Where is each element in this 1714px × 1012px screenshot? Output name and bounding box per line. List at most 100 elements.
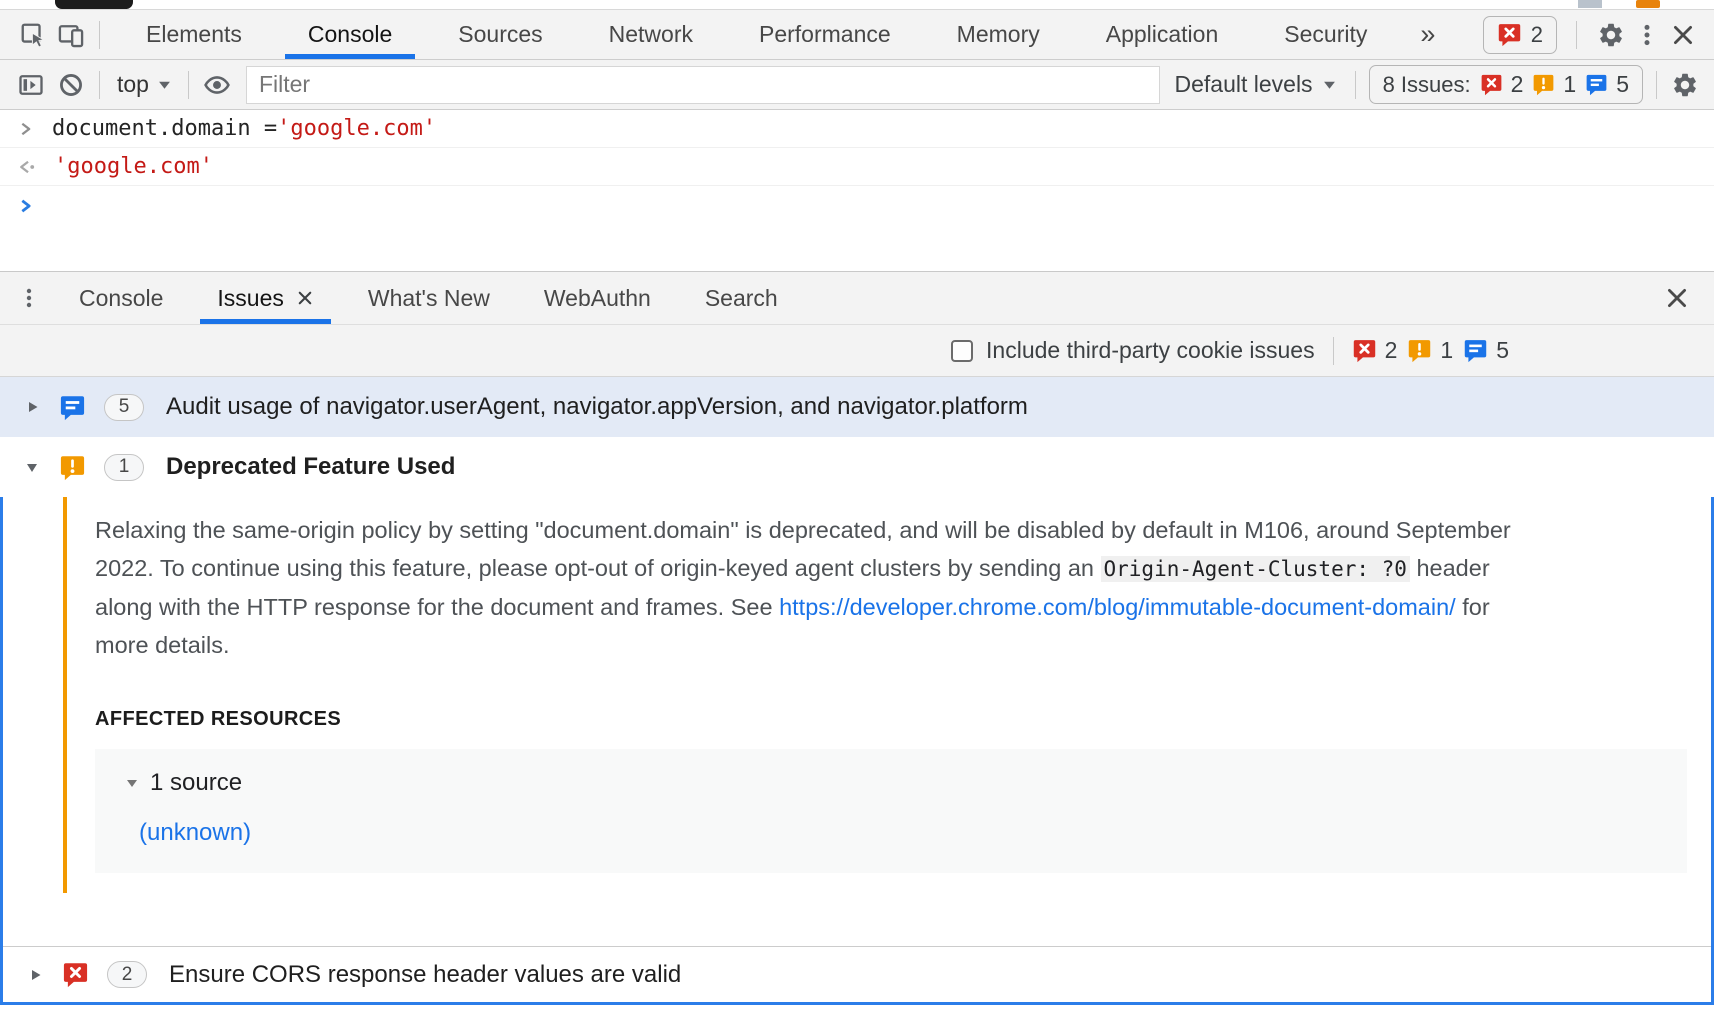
message-bubble-icon	[1585, 73, 1608, 96]
inline-code: Origin-Agent-Cluster: ?0	[1101, 556, 1410, 582]
more-tabs-chevron[interactable]: »	[1400, 19, 1455, 50]
expand-triangle-right-icon[interactable]	[27, 967, 43, 983]
page-fragment	[1578, 0, 1602, 8]
drawer-tab-issues[interactable]: Issues	[190, 272, 340, 324]
drawer-tab-search[interactable]: Search	[678, 272, 805, 324]
issues-message-count: 5	[1463, 337, 1509, 364]
console-command-code: document.domain =	[52, 116, 277, 141]
log-levels-label: Default levels	[1174, 71, 1312, 98]
issue-detail-accent-block: Relaxing the same-origin policy by setti…	[63, 497, 1687, 893]
issues-toolbar: Include third-party cookie issues 2 1	[0, 325, 1714, 377]
page-behind-strip	[0, 0, 1714, 9]
expand-triangle-down-icon[interactable]	[24, 460, 40, 475]
drawer-tab-webauthn[interactable]: WebAuthn	[517, 272, 678, 324]
source-link-unknown[interactable]: (unknown)	[139, 819, 251, 847]
console-prompt[interactable]	[0, 186, 1714, 226]
settings-gear-icon[interactable]	[1596, 20, 1626, 50]
issue-row-cors-headers[interactable]: 2 Ensure CORS response header values are…	[3, 946, 1711, 1002]
console-messages: document.domain = 'google.com' 'google.c…	[0, 110, 1714, 271]
issue-doc-link[interactable]: https://developer.chrome.com/blog/immuta…	[779, 594, 1456, 620]
sources-toggle-label: 1 source	[150, 769, 242, 797]
inspect-element-icon[interactable]	[18, 20, 48, 50]
context-selector[interactable]: top	[113, 71, 175, 98]
issue-title: Ensure CORS response header values are v…	[169, 961, 681, 989]
divider	[1576, 21, 1577, 49]
issue-detail-body: Relaxing the same-origin policy by setti…	[3, 497, 1711, 946]
issue-description: Relaxing the same-origin policy by setti…	[95, 511, 1540, 664]
error-bubble-icon	[62, 961, 89, 988]
console-toolbar: top Default levels 8 Issues: 2	[0, 60, 1714, 110]
tab-application[interactable]: Application	[1073, 10, 1252, 59]
tab-performance[interactable]: Performance	[726, 10, 924, 59]
page-fragment	[55, 0, 133, 9]
divider	[1656, 71, 1657, 99]
devtools-window: Elements Console Sources Network Perform…	[0, 0, 1714, 1012]
third-party-cookies-label[interactable]: Include third-party cookie issues	[986, 337, 1315, 364]
issues-count-badges: 2 1 5	[1352, 337, 1509, 364]
issue-row-deprecated-feature[interactable]: 1 Deprecated Feature Used	[0, 437, 1714, 497]
error-bubble-icon	[1352, 338, 1377, 363]
console-result-string: 'google.com'	[54, 154, 213, 179]
tab-network[interactable]: Network	[576, 10, 726, 59]
issues-message-count: 5	[1585, 71, 1629, 98]
warning-bubble-icon	[1407, 338, 1432, 363]
drawer-tab-console[interactable]: Console	[52, 272, 190, 324]
divider	[1355, 71, 1356, 99]
tab-elements[interactable]: Elements	[113, 10, 275, 59]
divider	[99, 71, 100, 99]
toolbar-right-group: 2	[1483, 16, 1714, 54]
drawer-tab-whats-new[interactable]: What's New	[341, 272, 517, 324]
chevron-down-icon	[1323, 80, 1336, 90]
issues-error-count: 2	[1352, 337, 1398, 364]
expand-triangle-right-icon[interactable]	[24, 399, 40, 415]
bottom-gap	[0, 1005, 1714, 1012]
affected-resources-box: 1 source (unknown)	[95, 749, 1687, 873]
console-sidebar-toggle-icon[interactable]	[16, 70, 46, 100]
warning-bubble-icon	[1532, 73, 1555, 96]
close-devtools-icon[interactable]	[1668, 20, 1698, 50]
device-toolbar-icon[interactable]	[56, 20, 86, 50]
issues-summary-button[interactable]: 8 Issues: 2 1 5	[1369, 65, 1643, 104]
issue-count-badge: 1	[104, 454, 144, 481]
console-error-count: 2	[1531, 22, 1543, 48]
console-settings-gear-icon[interactable]	[1670, 70, 1700, 100]
chevron-down-icon	[158, 80, 171, 90]
third-party-cookies-checkbox[interactable]	[951, 340, 973, 362]
tab-sources[interactable]: Sources	[425, 10, 575, 59]
page-fragment	[1636, 0, 1660, 8]
issues-error-count: 2	[1480, 71, 1524, 98]
filter-input[interactable]	[246, 66, 1161, 104]
devtools-main-toolbar: Elements Console Sources Network Perform…	[0, 9, 1714, 60]
clear-console-icon[interactable]	[56, 70, 86, 100]
console-prompt-chevron-icon	[16, 196, 36, 216]
close-tab-icon[interactable]	[296, 289, 314, 307]
issue-count-badge: 5	[104, 394, 144, 421]
tab-memory[interactable]: Memory	[924, 10, 1073, 59]
issue-detail-focus-region: Relaxing the same-origin policy by setti…	[0, 497, 1714, 1005]
drawer-toolbar: Console Issues What's New WebAuthn Searc…	[0, 271, 1714, 325]
warning-bubble-icon	[59, 454, 86, 481]
tab-security[interactable]: Security	[1251, 10, 1400, 59]
error-bubble-icon	[1497, 22, 1522, 47]
console-result-row[interactable]: 'google.com'	[0, 148, 1714, 186]
console-command-row[interactable]: document.domain = 'google.com'	[0, 110, 1714, 148]
kebab-menu-icon[interactable]	[1632, 20, 1662, 50]
triangle-down-icon	[125, 777, 139, 789]
close-drawer-icon[interactable]	[1662, 283, 1692, 313]
issue-row-audit-useragent[interactable]: 5 Audit usage of navigator.userAgent, na…	[0, 377, 1714, 437]
issues-warning-count: 1	[1407, 337, 1453, 364]
console-errors-button[interactable]: 2	[1483, 16, 1557, 54]
log-levels-dropdown[interactable]: Default levels	[1174, 71, 1335, 98]
divider	[99, 21, 100, 49]
message-bubble-icon	[59, 394, 86, 421]
sources-toggle[interactable]: 1 source	[125, 769, 1687, 797]
drawer-kebab-menu-icon[interactable]	[14, 283, 44, 313]
issues-warning-count: 1	[1532, 71, 1576, 98]
issue-title: Audit usage of navigator.userAgent, navi…	[166, 393, 1028, 421]
eye-icon[interactable]	[202, 70, 232, 100]
divider	[188, 71, 189, 99]
tab-console[interactable]: Console	[275, 10, 425, 59]
console-input-chevron-icon	[16, 119, 36, 139]
error-bubble-icon	[1480, 73, 1503, 96]
drawer-tab-issues-label: Issues	[217, 285, 283, 312]
